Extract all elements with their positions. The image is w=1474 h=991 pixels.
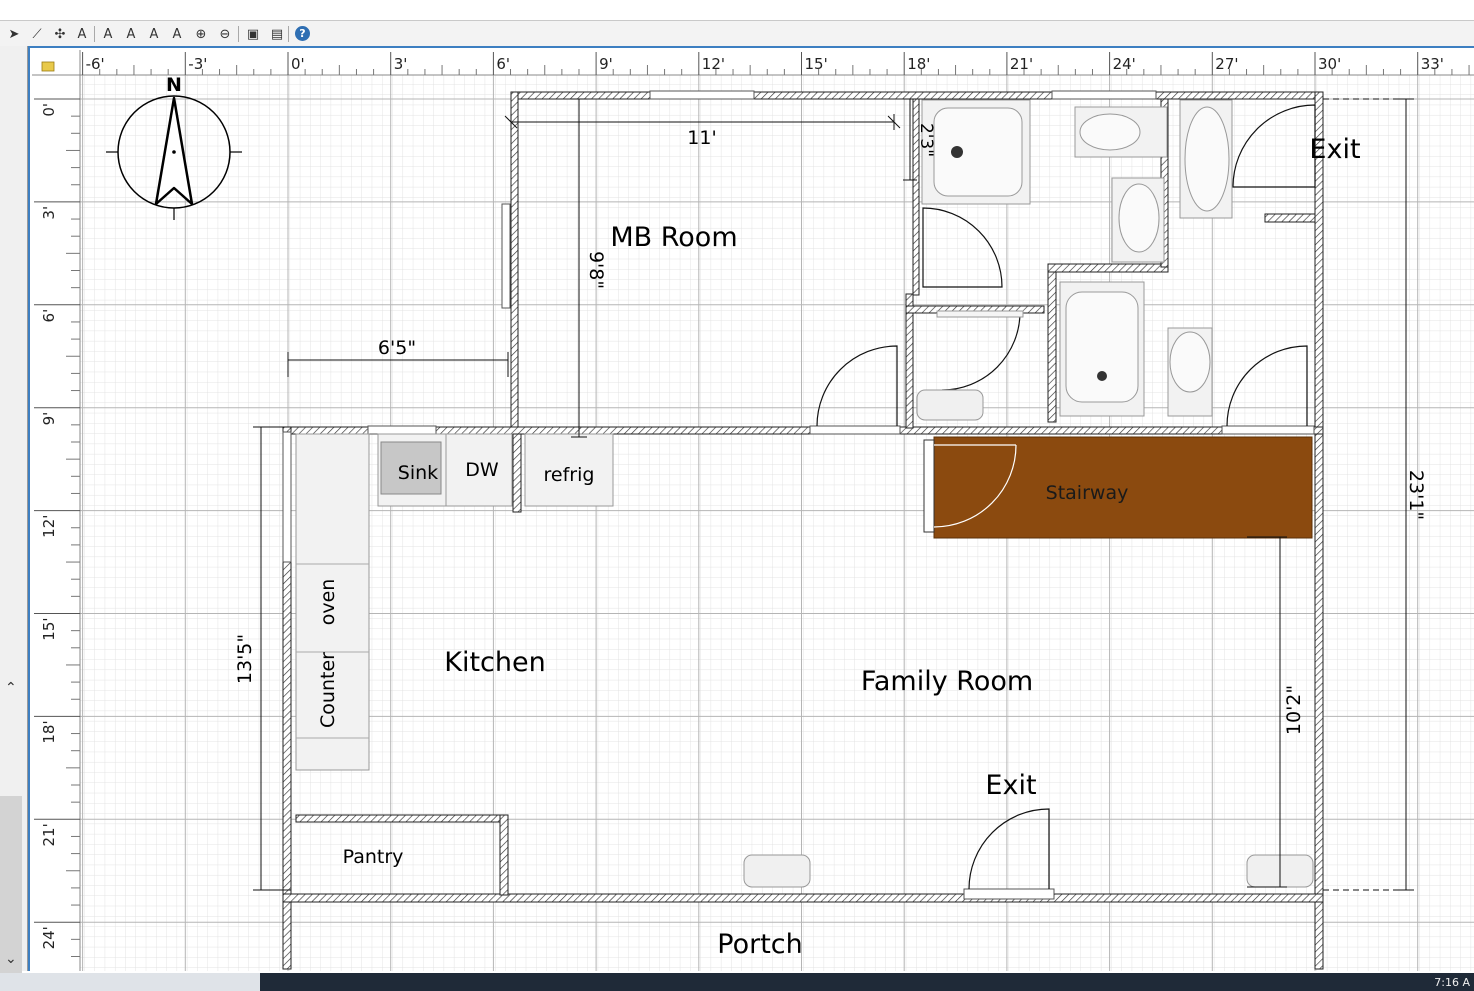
ruler-h-label: 18' bbox=[907, 55, 930, 73]
italic-text-icon[interactable]: A bbox=[167, 24, 187, 44]
add-text-icon[interactable]: A bbox=[72, 24, 92, 44]
north-label: N bbox=[166, 74, 182, 96]
plan-toolbar: ➤ ⟋ ✣ A A A A A ⊕ ⊖ ▣ ▤? bbox=[0, 20, 1474, 47]
refrig-label: refrig bbox=[544, 464, 595, 486]
chevron-down-icon[interactable]: ⌄ bbox=[5, 951, 17, 967]
ruler-h-label: 6' bbox=[496, 55, 510, 73]
dim-kitchen-height: 13'5" bbox=[234, 634, 256, 684]
decrease-text-size-icon[interactable]: A bbox=[121, 24, 141, 44]
create-video-icon[interactable]: ▤ bbox=[267, 24, 287, 44]
oven-label: oven bbox=[317, 579, 339, 626]
dim-left-offset: 6'5" bbox=[378, 337, 416, 359]
room-label-portch: Portch bbox=[717, 929, 802, 960]
ruler-v-label: 15' bbox=[40, 618, 58, 641]
stairway-label: Stairway bbox=[1046, 482, 1129, 504]
dw-label: DW bbox=[465, 459, 499, 481]
select-arrow-icon[interactable]: ➤ bbox=[4, 24, 24, 44]
dim-right-height: 10'2" bbox=[1283, 685, 1305, 735]
sink-label: Sink bbox=[398, 462, 438, 484]
horizontal-ruler bbox=[32, 50, 1474, 75]
ruler-v-label: 3' bbox=[40, 206, 58, 220]
ruler-h-label: 0' bbox=[291, 55, 305, 73]
plan-canvas[interactable]: -6' -3' 0' 3' 6' 9' 12' 15' 18' 21' 24' 27' 30' 33' 0… bbox=[28, 46, 1474, 971]
dim-mb-height: 9'8" bbox=[585, 251, 607, 289]
ruler-h-label: 12' bbox=[702, 55, 725, 73]
ruler-h-label: 30' bbox=[1318, 55, 1341, 73]
floor-plan[interactable]: -6' -3' 0' 3' 6' 9' 12' 15' 18' 21' 24' 27' 30' 33' 0… bbox=[30, 48, 1474, 971]
zoom-in-icon[interactable]: ⊕ bbox=[191, 24, 211, 44]
room-label-mb: MB Room bbox=[610, 222, 737, 253]
room-label-pantry: Pantry bbox=[343, 846, 404, 868]
ruler-v-label: 6' bbox=[40, 309, 58, 323]
create-walls-icon[interactable]: ⟋ bbox=[27, 24, 47, 44]
ruler-v-label: 24' bbox=[40, 926, 58, 949]
taskbar-app-area bbox=[260, 973, 1474, 991]
taskbar-clock[interactable]: 7:16 A bbox=[1434, 976, 1470, 989]
zoom-out-icon[interactable]: ⊖ bbox=[215, 24, 235, 44]
counter-label: Counter bbox=[317, 652, 339, 728]
exit-label-top: Exit bbox=[1309, 134, 1360, 165]
room-label-family: Family Room bbox=[861, 666, 1033, 697]
ruler-v-label: 12' bbox=[40, 515, 58, 538]
ruler-h-label: 9' bbox=[599, 55, 613, 73]
side-panel-strip: ⌃ ⌄ bbox=[0, 46, 28, 976]
create-rooms-icon[interactable]: ✣ bbox=[50, 24, 70, 44]
toolbar-separator bbox=[288, 26, 289, 42]
dim-overall-height: 23'1" bbox=[1405, 470, 1427, 520]
scrollbar-thumb[interactable] bbox=[0, 796, 22, 976]
toolbar-separator bbox=[94, 26, 95, 42]
create-photo-icon[interactable]: ▣ bbox=[243, 24, 263, 44]
room-label-kitchen: Kitchen bbox=[444, 647, 545, 678]
ruler-h-label: 33' bbox=[1421, 55, 1444, 73]
ruler-v-label: 18' bbox=[40, 720, 58, 743]
help-icon[interactable]: ? bbox=[295, 26, 310, 41]
increase-text-size-icon[interactable]: A bbox=[98, 24, 118, 44]
dim-mb-width: 11' bbox=[687, 127, 716, 149]
ruler-v-label: 0' bbox=[40, 103, 58, 117]
ruler-v-label: 21' bbox=[40, 823, 58, 846]
ruler-h-label: -3' bbox=[188, 55, 207, 73]
chevron-up-icon[interactable]: ⌃ bbox=[5, 680, 17, 696]
stairway[interactable]: Stairway bbox=[923, 436, 1313, 539]
ruler-h-label: 3' bbox=[394, 55, 408, 73]
toolbar-separator bbox=[238, 26, 239, 42]
ruler-h-label: 21' bbox=[1010, 55, 1033, 73]
exit-label-bottom: Exit bbox=[985, 770, 1036, 801]
ruler-corner-icon bbox=[41, 61, 55, 72]
ruler-v-label: 9' bbox=[40, 412, 58, 426]
dim-bath-small: 2'3" bbox=[916, 123, 936, 157]
ruler-h-label: -6' bbox=[86, 55, 105, 73]
ruler-h-label: 15' bbox=[805, 55, 828, 73]
ruler-h-label: 27' bbox=[1215, 55, 1238, 73]
taskbar: 7:16 A bbox=[0, 973, 1474, 991]
bold-text-icon[interactable]: A bbox=[144, 24, 164, 44]
ruler-h-label: 24' bbox=[1113, 55, 1136, 73]
